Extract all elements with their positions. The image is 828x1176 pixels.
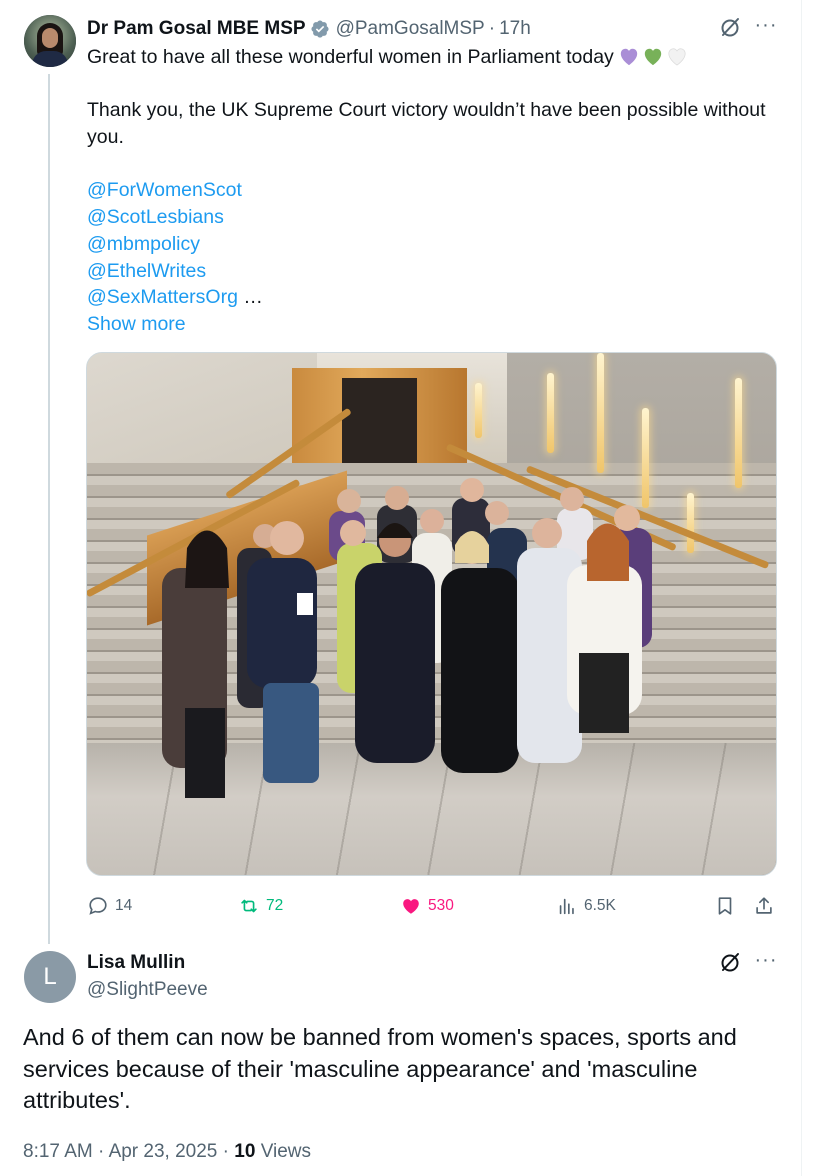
repost-button[interactable]: 72: [238, 892, 283, 920]
thread-connector-line: [48, 74, 50, 944]
reply-count: 14: [115, 897, 133, 914]
reply-author-avatar[interactable]: L: [24, 951, 76, 1003]
tweet-text-paragraph2: Thank you, the UK Supreme Court victory …: [87, 99, 766, 149]
white-heart-icon: [668, 48, 686, 66]
reply-icon: [89, 897, 107, 915]
reply-views-label: Views: [260, 1141, 312, 1162]
bookmark-button[interactable]: [714, 892, 736, 920]
share-icon: [756, 897, 772, 914]
verified-badge-icon[interactable]: [310, 19, 330, 39]
reply-tweet-text: And 6 of them can now be banned from wom…: [23, 1024, 737, 1114]
timeline-border: [801, 0, 802, 1176]
more-options-icon[interactable]: ···: [753, 12, 779, 38]
reply-author-name[interactable]: Lisa Mullin: [87, 952, 185, 974]
reply-date[interactable]: Apr 23, 2025: [109, 1141, 218, 1162]
separator-dot: ·: [222, 1141, 229, 1162]
separator-dot: ·: [488, 18, 496, 39]
mention-link[interactable]: @ScotLesbians: [87, 206, 224, 228]
analytics-icon: [559, 898, 574, 915]
tweet-actions-bar: 14 72 530 6.5K: [87, 892, 779, 920]
mention-link[interactable]: @SexMattersOrg: [87, 286, 238, 308]
tweet-timestamp[interactable]: 17h: [499, 18, 531, 40]
tweet-text-line1: Great to have all these wonderful women …: [87, 46, 614, 68]
grok-icon[interactable]: [717, 950, 743, 976]
purple-heart-icon: [620, 48, 637, 66]
author-handle[interactable]: @PamGosalMSP: [336, 18, 485, 40]
reply-view-count: 10: [234, 1141, 256, 1162]
heart-filled-icon: [403, 899, 419, 914]
repost-count: 72: [266, 897, 284, 914]
like-count: 530: [428, 897, 454, 914]
mention-link[interactable]: @ForWomenScot: [87, 179, 242, 201]
view-count: 6.5K: [584, 897, 616, 914]
truncation-ellipsis: …: [237, 286, 263, 309]
show-more-link[interactable]: Show more: [87, 313, 186, 335]
more-options-icon[interactable]: ···: [753, 947, 779, 973]
tweet-header: Dr Pam Gosal MBE MSP @PamGosalMSP · 17h: [87, 17, 531, 41]
author-avatar[interactable]: [24, 15, 76, 67]
mention-link[interactable]: @EthelWrites: [87, 260, 206, 282]
mention-link[interactable]: @mbmpolicy: [87, 233, 200, 255]
reply-author-handle[interactable]: @SlightPeeve: [87, 979, 208, 1001]
separator-dot: ·: [98, 1141, 105, 1162]
green-heart-icon: [644, 48, 661, 66]
bookmark-icon: [718, 897, 732, 915]
views-button[interactable]: 6.5K: [556, 892, 616, 920]
tweet-photo[interactable]: [86, 352, 777, 876]
repost-icon: [241, 899, 257, 913]
author-name[interactable]: Dr Pam Gosal MBE MSP: [87, 18, 306, 40]
reply-button[interactable]: 14: [87, 892, 132, 920]
grok-icon[interactable]: [717, 15, 743, 41]
reply-time[interactable]: 8:17 AM: [23, 1141, 93, 1162]
like-button[interactable]: 530: [400, 892, 454, 920]
heart-emoji-group: [618, 46, 688, 66]
reply-metadata: 8:17 AM · Apr 23, 2025 · 10 Views: [23, 1141, 311, 1163]
tweet-body: Great to have all these wonderful women …: [87, 44, 777, 338]
group-photo-people: [162, 478, 652, 798]
share-button[interactable]: [753, 892, 775, 920]
